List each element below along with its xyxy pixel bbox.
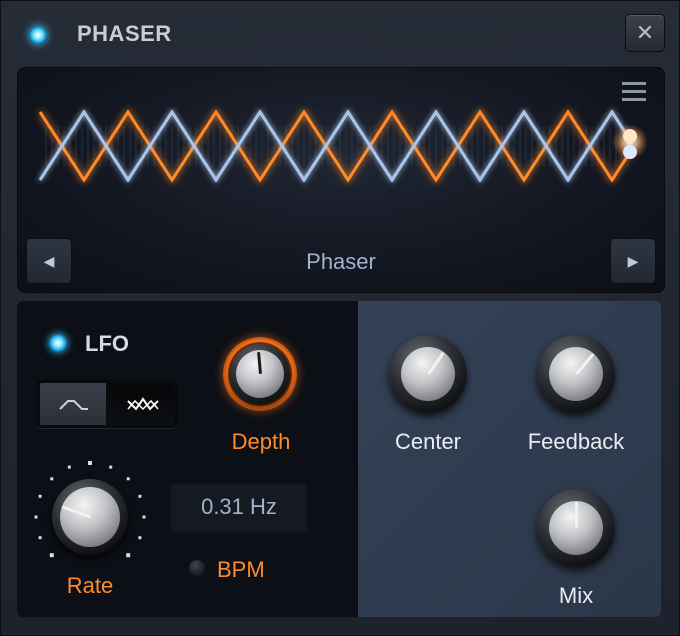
right-arrow-icon: ▶ [627, 253, 639, 269]
rate-tick-dot [142, 515, 146, 519]
lfo-waveform-selector [37, 380, 177, 428]
triangle-wave-button[interactable] [39, 382, 107, 426]
blue-phase-wave [38, 109, 632, 183]
rate-knob[interactable] [52, 479, 128, 555]
rate-tick-dot [49, 553, 54, 558]
preset-name[interactable]: Phaser [18, 249, 664, 275]
rate-tick-dot [138, 494, 142, 498]
close-button[interactable]: ✕ [625, 14, 665, 52]
rate-tick-dot [138, 536, 142, 540]
next-preset-button[interactable]: ▶ [610, 238, 656, 284]
rate-tick-dot [34, 515, 38, 519]
phaser-waveform-graphic [38, 109, 648, 183]
rate-tick-dot [38, 494, 42, 498]
plugin-power-led[interactable] [29, 26, 47, 44]
feedback-knob[interactable] [537, 335, 615, 413]
plugin-title: PHASER [77, 21, 172, 46]
lfo-label: LFO [85, 331, 129, 356]
rate-tick-dot [38, 536, 42, 540]
waveform-display: ◀ Phaser ▶ [17, 67, 665, 293]
rate-tick-dot [88, 461, 92, 465]
rate-tick-dot [67, 465, 71, 469]
bpm-label: BPM [217, 557, 265, 582]
close-icon: ✕ [635, 20, 655, 45]
center-label: Center [394, 429, 462, 454]
lfo-enable-led[interactable] [49, 334, 67, 352]
hamburger-menu-icon[interactable] [622, 82, 646, 104]
feedback-label: Feedback [527, 429, 625, 454]
random-wave-button[interactable] [107, 382, 175, 426]
depth-label: Depth [231, 429, 291, 454]
depth-knob[interactable] [230, 344, 290, 404]
center-knob[interactable] [389, 335, 467, 413]
rate-tick-dot [126, 477, 130, 481]
rate-tick-dot [50, 477, 54, 481]
bpm-sync-led[interactable] [189, 560, 205, 576]
random-wave-icon [127, 397, 159, 411]
rate-tick-dot [109, 465, 113, 469]
lfo-frequency-readout[interactable]: 0.31 Hz [169, 481, 309, 533]
rate-tick-dot [126, 553, 131, 558]
orange-phase-wave [38, 109, 632, 183]
rate-label: Rate [66, 573, 114, 598]
phaser-plugin-window: PHASER ✕ ◀ Phaser ▶ LFO Depth Rate 0.31 … [0, 0, 680, 636]
triangle-wave-icon [59, 400, 88, 410]
mix-knob[interactable] [537, 489, 615, 567]
mix-label: Mix [558, 583, 594, 608]
